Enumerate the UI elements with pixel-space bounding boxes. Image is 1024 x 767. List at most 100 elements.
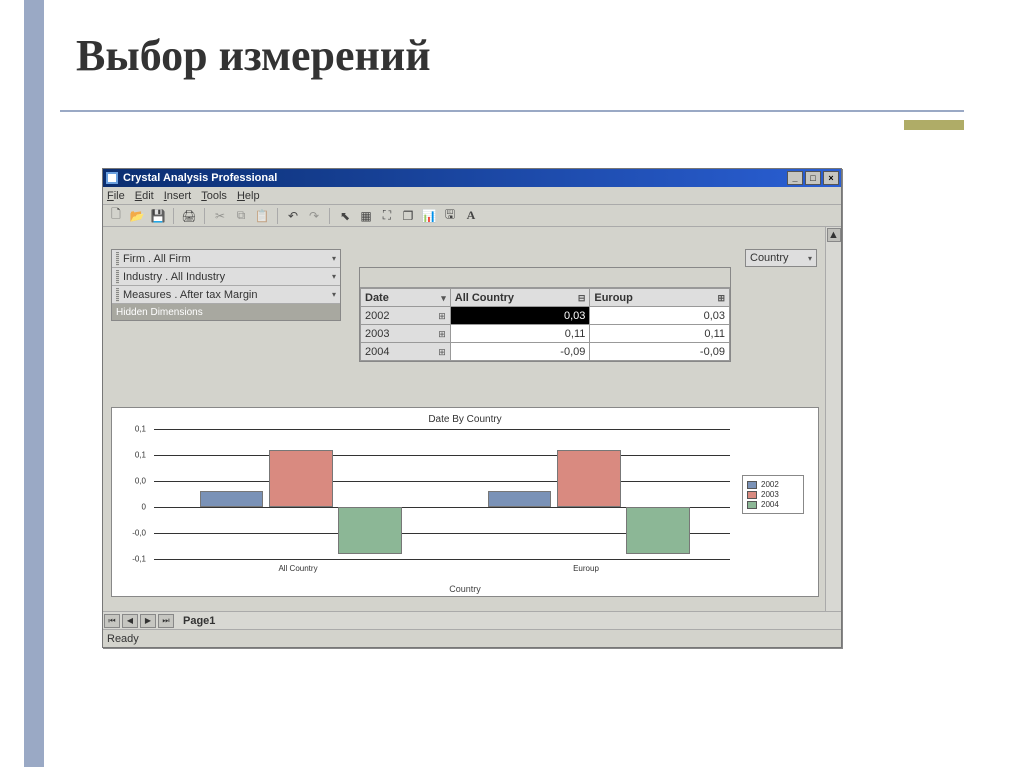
- table-row: 2002⊞ 0,03 0,03: [361, 307, 730, 325]
- status-text: Ready: [107, 633, 139, 645]
- col-header-label: Euroup: [594, 292, 633, 304]
- dimension-firm[interactable]: Firm . All Firm ▾: [112, 250, 340, 268]
- row-dimension-label: Date: [365, 292, 389, 304]
- chevron-down-icon[interactable]: ▾: [808, 254, 812, 263]
- drag-handle-icon[interactable]: [116, 252, 119, 266]
- y-tick: 0,1: [135, 451, 146, 460]
- y-tick: -0,0: [132, 529, 146, 538]
- menu-file[interactable]: File: [107, 190, 125, 202]
- save-icon[interactable]: 💾: [149, 207, 167, 225]
- cell-value[interactable]: 0,11: [450, 325, 590, 343]
- drag-handle-icon[interactable]: [116, 270, 119, 284]
- toolbar: 🗋 📂 💾 🖨 ✂ ⧉ 📋 ↶ ↷ ⬉ ▦ ⛶ ❐ 📊 🖫 A: [103, 205, 841, 227]
- cell-value[interactable]: -0,09: [590, 343, 730, 361]
- vertical-scrollbar[interactable]: ▲: [825, 227, 841, 611]
- copy-icon[interactable]: ⧉: [232, 207, 250, 225]
- chart-panel: Date By Country 0,1 0,1 0,0 0 -0,0 -0,1: [111, 407, 819, 597]
- dimension-label: Firm . All Firm: [123, 253, 191, 265]
- menu-tools[interactable]: Tools: [201, 190, 227, 202]
- window-title: Crystal Analysis Professional: [123, 172, 277, 184]
- maximize-button[interactable]: □: [805, 171, 821, 185]
- minimize-button[interactable]: _: [787, 171, 803, 185]
- expand-icon[interactable]: ⊞: [438, 311, 446, 322]
- slide-accent-stripe: [24, 0, 44, 767]
- bar-2002-eur: [488, 491, 551, 507]
- expand-icon[interactable]: ⊞: [717, 293, 725, 304]
- row-label[interactable]: 2004⊞: [361, 343, 451, 361]
- app-window: Crystal Analysis Professional _ □ × File…: [102, 168, 842, 648]
- dimension-label: Measures . After tax Margin: [123, 289, 258, 301]
- last-page-button[interactable]: ⏭: [158, 614, 174, 628]
- chevron-down-icon[interactable]: ▾: [332, 290, 336, 299]
- save2-icon[interactable]: 🖫: [441, 207, 459, 225]
- y-tick: 0,1: [135, 425, 146, 434]
- cell-value[interactable]: -0,09: [450, 343, 590, 361]
- legend-swatch-2002: [747, 481, 757, 489]
- crop-icon[interactable]: ⛶: [378, 207, 396, 225]
- menu-edit[interactable]: Edit: [135, 190, 154, 202]
- table-row: 2003⊞ 0,11 0,11: [361, 325, 730, 343]
- next-page-button[interactable]: ▶: [140, 614, 156, 628]
- chart-x-label: Country: [112, 584, 818, 594]
- menubar: File Edit Insert Tools Help: [103, 187, 841, 205]
- pointer-icon[interactable]: ⬉: [336, 207, 354, 225]
- table-icon[interactable]: ▦: [357, 207, 375, 225]
- pivot-table: Date ▾ All Country ⊟ Euroup ⊞ 2: [359, 267, 731, 362]
- toolbar-sep: [204, 208, 205, 224]
- chevron-down-icon[interactable]: ▾: [332, 254, 336, 263]
- expand-icon[interactable]: ⊞: [438, 347, 446, 358]
- undo-icon[interactable]: ↶: [284, 207, 302, 225]
- open-icon[interactable]: 📂: [128, 207, 146, 225]
- window-icon[interactable]: ❐: [399, 207, 417, 225]
- page-tab[interactable]: Page1: [183, 615, 215, 627]
- col-header-euroup[interactable]: Euroup ⊞: [590, 289, 730, 307]
- legend-swatch-2004: [747, 501, 757, 509]
- collapse-icon[interactable]: ⊟: [578, 293, 586, 304]
- hidden-dimensions-header[interactable]: Hidden Dimensions: [112, 304, 340, 320]
- menu-help[interactable]: Help: [237, 190, 260, 202]
- expand-icon[interactable]: ⊞: [438, 329, 446, 340]
- text-icon[interactable]: A: [462, 207, 480, 225]
- dimension-measures[interactable]: Measures . After tax Margin ▾: [112, 286, 340, 304]
- y-axis: 0,1 0,1 0,0 0 -0,0 -0,1: [120, 429, 150, 559]
- column-dimension-label: Country: [750, 252, 789, 264]
- row-dimension-header[interactable]: Date ▾: [361, 289, 451, 307]
- cell-value[interactable]: 0,03: [590, 307, 730, 325]
- row-label[interactable]: 2002⊞: [361, 307, 451, 325]
- column-dimension-country[interactable]: Country ▾: [745, 249, 817, 267]
- toolbar-sep: [329, 208, 330, 224]
- bar-2004-eur: [626, 507, 689, 554]
- bar-2004-all: [338, 507, 401, 554]
- prev-page-button[interactable]: ◀: [122, 614, 138, 628]
- dimension-industry[interactable]: Industry . All Industry ▾: [112, 268, 340, 286]
- chart-grid: [154, 429, 730, 559]
- col-header-all-country[interactable]: All Country ⊟: [450, 289, 590, 307]
- page-navigation: ⏮ ◀ ▶ ⏭ Page1: [103, 611, 841, 629]
- table-spacer-row: [360, 268, 730, 288]
- cell-value[interactable]: 0,11: [590, 325, 730, 343]
- cut-icon[interactable]: ✂: [211, 207, 229, 225]
- chevron-down-icon[interactable]: ▾: [332, 272, 336, 281]
- legend-label: 2004: [761, 500, 779, 509]
- close-button[interactable]: ×: [823, 171, 839, 185]
- drag-handle-icon[interactable]: [116, 288, 119, 302]
- menu-insert[interactable]: Insert: [164, 190, 192, 202]
- cell-value[interactable]: 0,03: [450, 307, 590, 325]
- print-icon[interactable]: 🖨: [180, 207, 198, 225]
- dimension-label: Industry . All Industry: [123, 271, 225, 283]
- toolbar-sep: [277, 208, 278, 224]
- chart-plot-area: 0,1 0,1 0,0 0 -0,0 -0,1: [120, 429, 810, 559]
- paste-icon[interactable]: 📋: [253, 207, 271, 225]
- x-tick: Euroup: [442, 564, 730, 573]
- chevron-down-icon[interactable]: ▾: [441, 293, 446, 304]
- scroll-up-button[interactable]: ▲: [827, 228, 841, 242]
- first-page-button[interactable]: ⏮: [104, 614, 120, 628]
- chart-icon[interactable]: 📊: [420, 207, 438, 225]
- app-icon: [105, 171, 119, 185]
- new-icon[interactable]: 🗋: [107, 207, 125, 225]
- legend-label: 2002: [761, 480, 779, 489]
- redo-icon[interactable]: ↷: [305, 207, 323, 225]
- titlebar[interactable]: Crystal Analysis Professional _ □ ×: [103, 169, 841, 187]
- x-tick: All Country: [154, 564, 442, 573]
- row-label[interactable]: 2003⊞: [361, 325, 451, 343]
